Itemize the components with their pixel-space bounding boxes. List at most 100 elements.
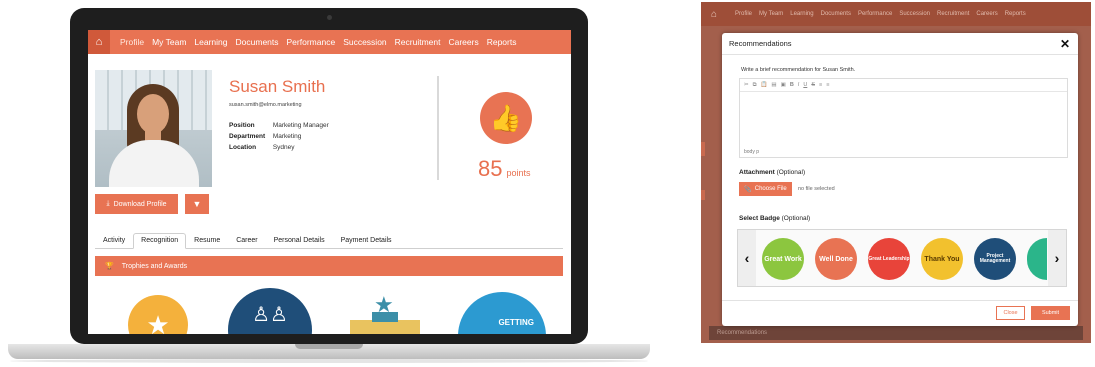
location-row: Location Sydney	[229, 144, 295, 151]
profile-tabs: Activity Recognition Resume Career Perso…	[95, 232, 563, 249]
badge-thank-you[interactable]: Thank You	[921, 238, 963, 280]
badge-optional: (Optional)	[781, 215, 811, 222]
profile-photo	[95, 70, 212, 187]
download-icon: ⤓	[106, 200, 110, 207]
home-icon[interactable]: ⌂	[88, 30, 110, 54]
paste-word-icon[interactable]: ▣	[781, 82, 786, 88]
badge-project-management[interactable]: Project Management	[974, 238, 1016, 280]
copy-icon[interactable]: ⧉	[753, 82, 757, 89]
close-button[interactable]: Close	[996, 306, 1025, 320]
recommendation-instruction: Write a brief recommendation for Susan S…	[741, 67, 856, 73]
numbered-list-icon[interactable]: ≡	[819, 82, 822, 88]
modal-title: Recommendations	[729, 39, 792, 48]
submit-button[interactable]: Submit	[1031, 306, 1070, 320]
attachment-label-text: Attachment	[739, 169, 775, 176]
badge-text: Thank You	[924, 255, 960, 263]
trophy-icon: 🏆	[105, 263, 114, 270]
camera-dot	[327, 15, 332, 20]
bg-nav-item: Learning	[790, 11, 814, 17]
close-icon[interactable]: ✕	[1060, 37, 1070, 51]
nav-item-my-team[interactable]: My Team	[152, 37, 186, 47]
points-label: points	[506, 168, 531, 178]
getting-award-badge: GETTING	[458, 292, 546, 334]
editor-path: body p	[744, 149, 760, 155]
bg-nav-item: Careers	[976, 11, 998, 17]
chevron-left-icon[interactable]: ‹	[738, 230, 756, 286]
badge-well-done[interactable]: Well Done	[815, 238, 857, 280]
laptop-frame: ⌂ Profile My Team Learning Documents Per…	[70, 8, 588, 344]
profile-name: Susan Smith	[229, 77, 326, 96]
chevron-right-icon[interactable]: ›	[1048, 230, 1066, 286]
trophies-section-header[interactable]: 🏆 Trophies and Awards	[95, 256, 563, 276]
nav-item-reports[interactable]: Reports	[487, 37, 517, 47]
modal-screenshot-panel: ⌂ Profile My Team Learning Documents Per…	[701, 2, 1091, 343]
main-nav: ⌂ Profile My Team Learning Documents Per…	[88, 30, 571, 54]
strikethrough-icon[interactable]: S	[811, 82, 815, 88]
nav-item-succession[interactable]: Succession	[343, 37, 386, 47]
divider	[437, 76, 439, 180]
points-display: 85 points	[478, 156, 531, 182]
dropdown-button[interactable]: ▼	[185, 194, 209, 214]
modal-footer-divider	[722, 300, 1078, 301]
points-value: 85	[478, 156, 503, 181]
select-badge-label: Select Badge (Optional)	[739, 215, 810, 222]
award-getting-text: GETTING	[498, 318, 534, 327]
tab-payment-details[interactable]: Payment Details	[333, 237, 400, 248]
bg-side-tab	[701, 190, 705, 200]
download-profile-button[interactable]: ⤓ Download Profile	[95, 194, 178, 214]
badge-text: Great Leadership	[868, 255, 910, 262]
bg-nav-item: Recruitment	[937, 11, 970, 17]
nav-item-profile[interactable]: Profile	[120, 37, 144, 47]
bullet-list-icon[interactable]: ≡	[826, 82, 829, 88]
nav-item-careers[interactable]: Careers	[448, 37, 478, 47]
editor-toolbar: ✂ ⧉ 📋 ▤ ▣ B I U S ≡ ≡	[740, 79, 1067, 92]
choose-file-label: Choose File	[754, 186, 787, 192]
position-value: Marketing Manager	[272, 122, 329, 129]
bg-nav-item: Documents	[820, 11, 851, 17]
italic-icon[interactable]: I	[798, 82, 800, 88]
paste-icon[interactable]: 📋	[761, 82, 768, 88]
nav-item-documents[interactable]: Documents	[236, 37, 279, 47]
paperclip-icon: 📎	[744, 186, 752, 193]
paste-text-icon[interactable]: ▤	[771, 82, 776, 88]
department-label: Department	[229, 133, 266, 140]
tab-activity[interactable]: Activity	[95, 237, 133, 248]
tab-personal-details[interactable]: Personal Details	[266, 237, 333, 248]
laptop-notch	[295, 344, 363, 349]
star-icon: ★	[374, 292, 394, 317]
tab-career[interactable]: Career	[228, 237, 265, 248]
bg-nav-item: Succession	[899, 11, 931, 17]
background-nav: ⌂ Profile My Team Learning Documents Per…	[701, 2, 1091, 26]
recommendation-editor[interactable]: ✂ ⧉ 📋 ▤ ▣ B I U S ≡ ≡ body p	[739, 78, 1068, 158]
laptop-shadow	[10, 359, 648, 363]
department-value: Marketing	[272, 133, 302, 140]
nav-item-performance[interactable]: Performance	[287, 37, 336, 47]
badge-carousel: ‹ Great Work Well Done Great Leadership …	[737, 229, 1067, 287]
home-icon: ⌂	[710, 8, 718, 20]
badge-partial[interactable]	[1027, 238, 1047, 280]
cut-icon[interactable]: ✂	[744, 82, 749, 88]
nav-item-recruitment[interactable]: Recruitment	[395, 37, 441, 47]
tab-resume[interactable]: Resume	[186, 237, 228, 248]
bg-nav-item: My Team	[759, 11, 784, 17]
profile-email: susan.smith@elmo.marketing	[229, 102, 302, 108]
bg-recommendations-label: Recommendations	[717, 330, 768, 336]
bg-nav-item: Performance	[857, 11, 893, 17]
download-profile-label: Download Profile	[113, 200, 167, 208]
nav-item-learning[interactable]: Learning	[194, 37, 227, 47]
bg-nav-item: Reports	[1004, 11, 1026, 17]
attachment-optional: (Optional)	[776, 169, 806, 176]
choose-file-button[interactable]: 📎 Choose File	[739, 182, 792, 196]
location-label: Location	[229, 144, 257, 151]
badge-great-work[interactable]: Great Work	[762, 238, 804, 280]
no-file-status: no file selected	[798, 186, 835, 192]
badge-text: Project Management	[979, 253, 1011, 264]
bg-recommendations-bar: Recommendations	[709, 326, 1083, 340]
tab-recognition[interactable]: Recognition	[133, 233, 187, 249]
badge-great-leadership[interactable]: Great Leadership	[868, 238, 910, 280]
bg-side-tab	[701, 142, 705, 156]
badge-text: Great Work	[764, 255, 802, 263]
team-award-badge: ♙♙	[228, 288, 312, 334]
bold-icon[interactable]: B	[790, 82, 794, 88]
underline-icon[interactable]: U	[803, 82, 807, 88]
